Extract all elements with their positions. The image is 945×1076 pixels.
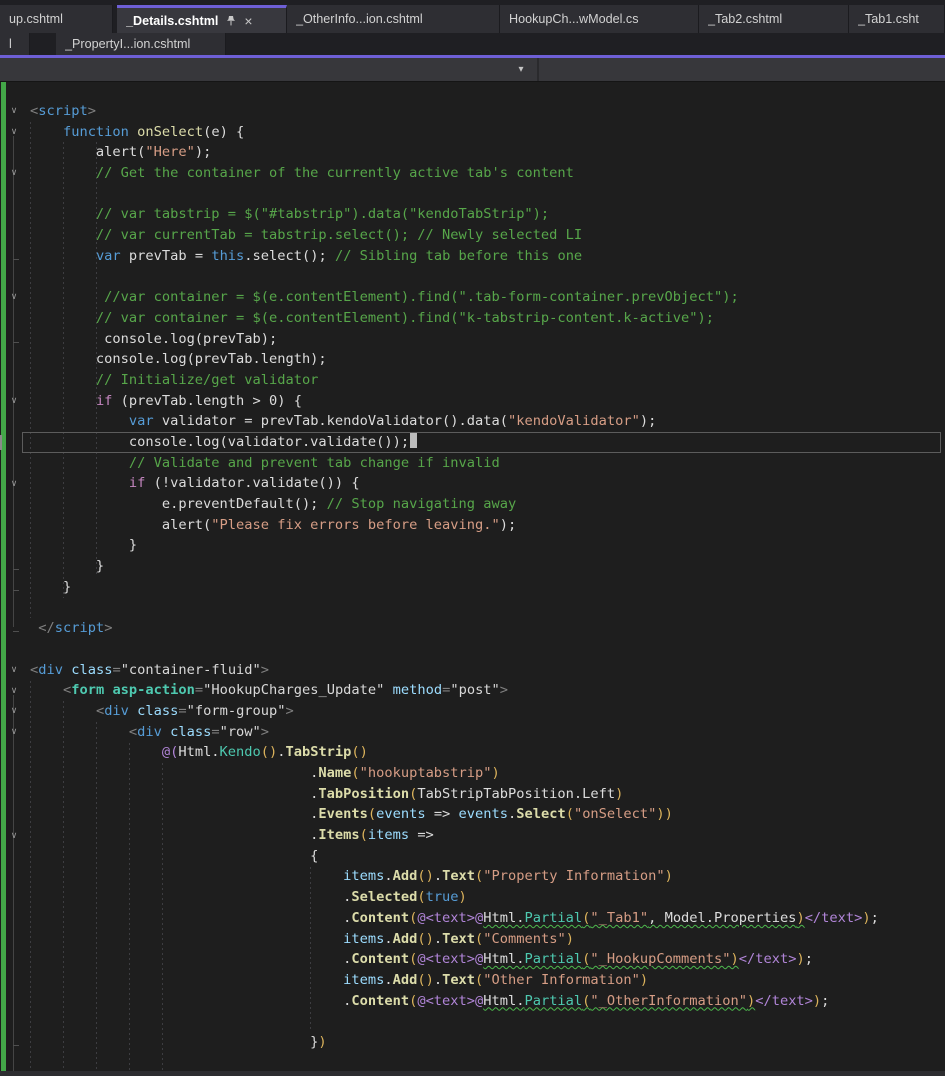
code-line[interactable]: <div class="form-group"> [30, 701, 945, 722]
tab-label: _Details.cshtml [126, 13, 219, 28]
code-line[interactable] [30, 184, 945, 205]
code-line[interactable]: } [30, 577, 945, 598]
code-line[interactable]: items.Add().Text("Comments") [30, 929, 945, 950]
navbar-separator [537, 58, 539, 81]
code-line[interactable] [30, 1053, 945, 1071]
code-line[interactable]: items.Add().Text("Other Information") [30, 970, 945, 991]
code-line[interactable]: </script> [30, 618, 945, 639]
tab-label: l [9, 37, 12, 51]
code-line[interactable]: // Get the container of the currently ac… [30, 163, 945, 184]
code-line[interactable]: }) [30, 1032, 945, 1053]
code-line[interactable]: // Validate and prevent tab change if in… [30, 453, 945, 474]
code-line[interactable]: var prevTab = this.select(); // Sibling … [30, 246, 945, 267]
code-line[interactable]: console.log(validator.validate()); [22, 432, 945, 453]
tab-label: up.cshtml [9, 12, 63, 26]
code-line[interactable]: .Selected(true) [30, 887, 945, 908]
tab-label: _Tab1.csht [858, 12, 919, 26]
code-line[interactable]: alert("Please fix errors before leaving.… [30, 515, 945, 536]
code-line[interactable]: { [30, 846, 945, 867]
code-line[interactable]: } [30, 556, 945, 577]
tab-label: HookupCh...wModel.cs [509, 12, 639, 26]
code-line[interactable]: .TabPosition(TabStripTabPosition.Left) [30, 784, 945, 805]
code-line[interactable]: .Content(@<text>@Html.Partial("_HookupCo… [30, 949, 945, 970]
code-line[interactable]: alert("Here"); [30, 142, 945, 163]
tab-tab1-csht[interactable]: _Tab1.csht [849, 5, 945, 33]
tab-up-cshtml[interactable]: up.cshtml [0, 5, 113, 33]
code-line[interactable]: function onSelect(e) { [30, 122, 945, 143]
code-line[interactable]: // var container = $(e.contentElement).f… [30, 308, 945, 329]
tab-label: _Tab2.cshtml [708, 12, 783, 26]
code-line[interactable] [30, 1011, 945, 1032]
chevron-down-icon: ▾ [518, 64, 524, 75]
close-icon[interactable]: × [244, 14, 252, 28]
code-line[interactable]: if (!validator.validate()) { [30, 473, 945, 494]
code-line[interactable]: // var currentTab = tabstrip.select(); /… [30, 225, 945, 246]
code-line[interactable]: console.log(prevTab.length); [30, 349, 945, 370]
code-line[interactable] [30, 598, 945, 619]
code-line[interactable]: @(Html.Kendo().TabStrip() [30, 742, 945, 763]
code-line[interactable]: <div class="row"> [30, 722, 945, 743]
code-line[interactable]: .Content(@<text>@Html.Partial("_OtherInf… [30, 991, 945, 1012]
code-line[interactable]: console.log(prevTab); [30, 329, 945, 350]
document-tab-row-2: l _PropertyI...ion.cshtml [0, 33, 945, 55]
code-line[interactable]: // var tabstrip = $("#tabstrip").data("k… [30, 204, 945, 225]
code-line[interactable]: <div class="container-fluid"> [30, 660, 945, 681]
code-editor[interactable]: ∨ ∨ ∨ ∨ ∨ ∨ ∨ ∨ ∨ ∨ ∨ <script> function onSelect(e… [0, 82, 945, 1071]
code-line[interactable]: } [30, 535, 945, 556]
tab-l[interactable]: l [0, 33, 30, 55]
code-line[interactable] [30, 639, 945, 660]
code-line[interactable]: .Items(items => [30, 825, 945, 846]
code-line[interactable]: .Events(events => events.Select("onSelec… [30, 804, 945, 825]
code-line[interactable]: items.Add().Text("Property Information") [30, 866, 945, 887]
code-line[interactable]: .Name("hookuptabstrip") [30, 763, 945, 784]
tab-propertyi-ion-cshtml[interactable]: _PropertyI...ion.cshtml [56, 33, 226, 55]
tab-hookupch-wmodel-cs[interactable]: HookupCh...wModel.cs [500, 5, 699, 33]
pin-icon[interactable] [226, 15, 236, 26]
code-line[interactable]: <form asp-action="HookupCharges_Update" … [30, 680, 945, 701]
tab-label: _PropertyI...ion.cshtml [65, 37, 191, 51]
caret [410, 433, 418, 448]
window-bottom-strip [0, 1071, 945, 1076]
code-line[interactable]: var validator = prevTab.kendoValidator()… [30, 411, 945, 432]
code-line[interactable] [30, 267, 945, 288]
code-text-area[interactable]: <script> function onSelect(e) { alert("H… [0, 82, 945, 1071]
tab-details-cshtml[interactable]: _Details.cshtml × [117, 5, 287, 33]
navbar-dropdown[interactable]: ▾ [508, 58, 534, 81]
code-line[interactable]: e.preventDefault(); // Stop navigating a… [30, 494, 945, 515]
tab-otherinfo-ion-cshtml[interactable]: _OtherInfo...ion.cshtml [287, 5, 500, 33]
navigation-bar: ▾ [0, 58, 945, 82]
code-line[interactable]: if (prevTab.length > 0) { [30, 391, 945, 412]
tab-label: _OtherInfo...ion.cshtml [296, 12, 423, 26]
code-line[interactable]: .Content(@<text>@Html.Partial("_Tab1", M… [30, 908, 945, 929]
code-line[interactable]: //var container = $(e.contentElement).fi… [30, 287, 945, 308]
code-line[interactable]: // Initialize/get validator [30, 370, 945, 391]
vs-editor-window: up.cshtml _Details.cshtml × _OtherInfo...io… [0, 0, 945, 1076]
document-tab-row-1: up.cshtml _Details.cshtml × _OtherInfo...io… [0, 0, 945, 33]
code-line[interactable]: <script> [30, 101, 945, 122]
tab-tab2-cshtml[interactable]: _Tab2.cshtml [699, 5, 849, 33]
